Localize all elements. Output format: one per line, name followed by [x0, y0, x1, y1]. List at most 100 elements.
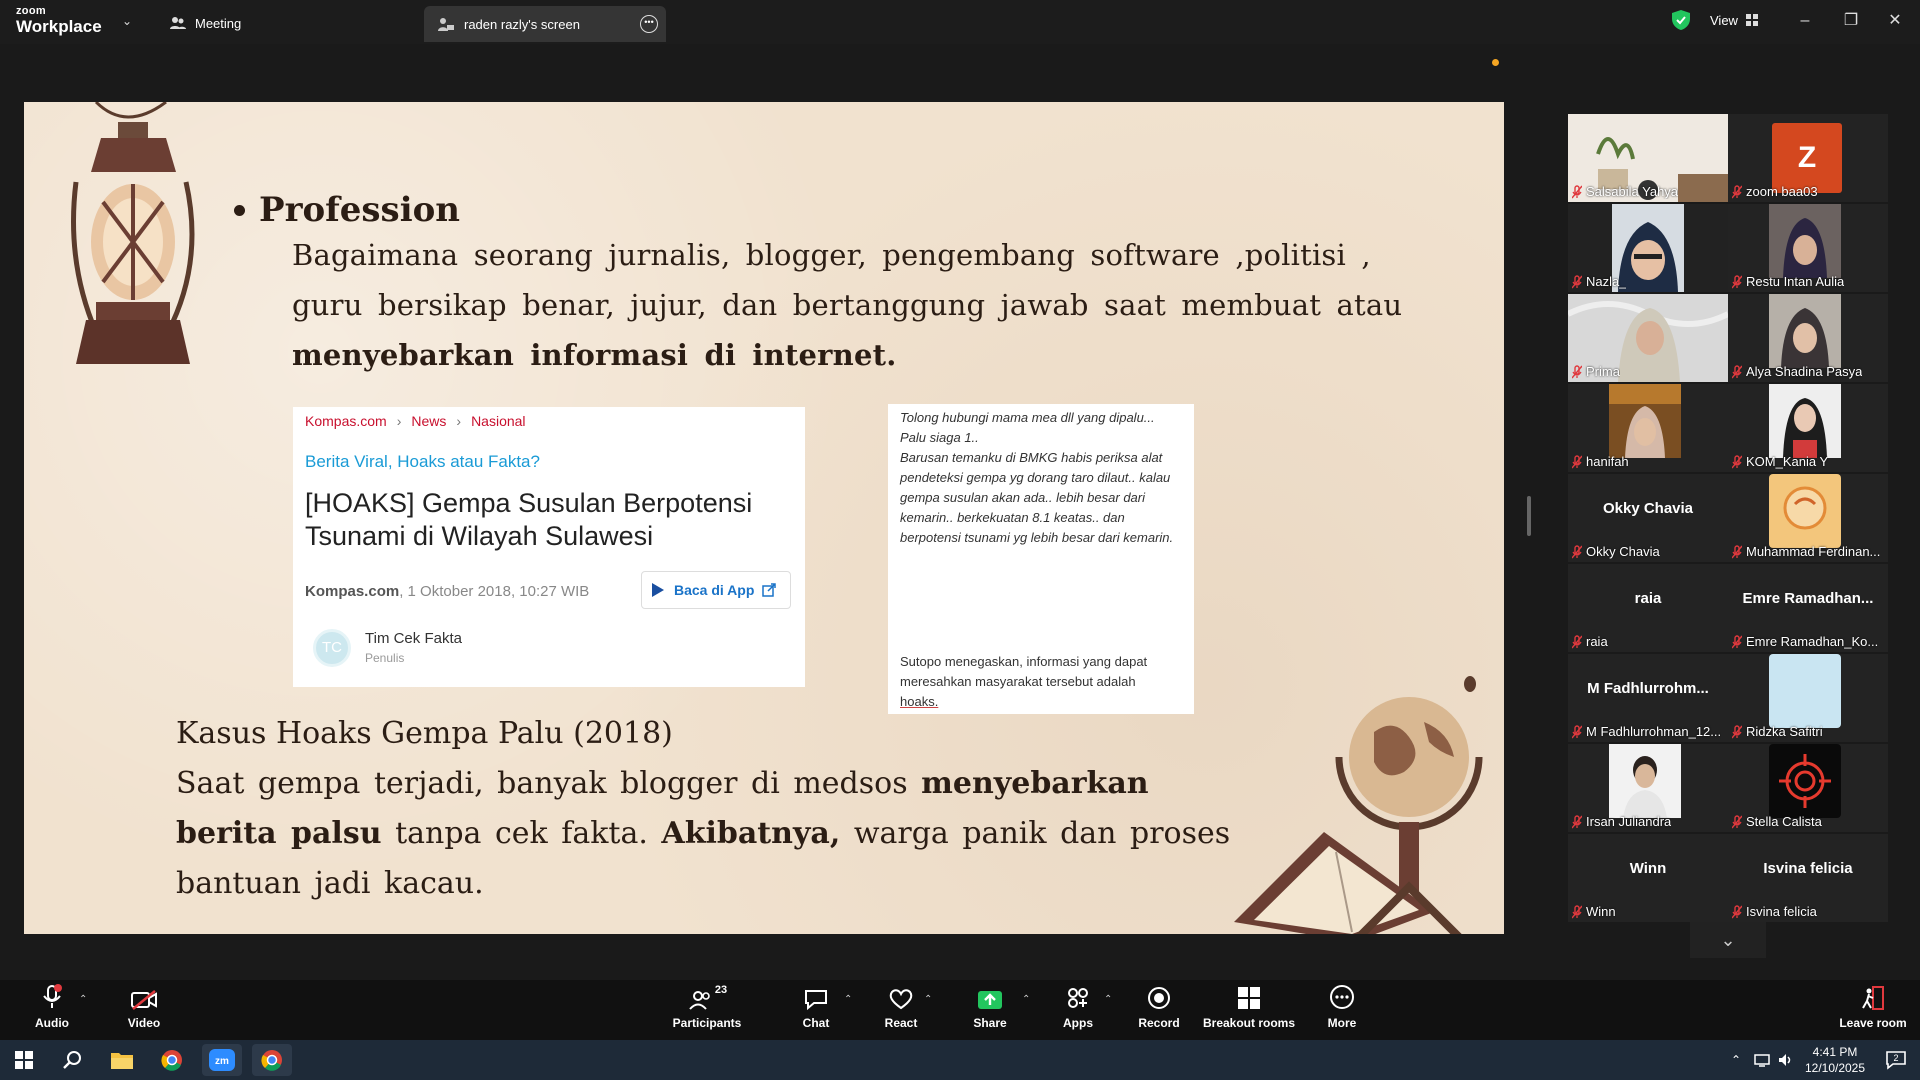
participant-tile[interactable]: raia raia	[1568, 564, 1728, 652]
participant-name-tag: Alya Shadina Pasya	[1732, 364, 1862, 379]
case-text: warga panik dan proses	[840, 816, 1231, 851]
audio-options-caret[interactable]: ⌃	[79, 994, 87, 1005]
clarification-body: Sutopo menegaskan, informasi yang dapat …	[900, 654, 1148, 689]
react-options-caret[interactable]: ⌃	[924, 994, 932, 1005]
more-options-icon[interactable]: •••	[640, 15, 658, 33]
participant-tile[interactable]: Irsan Juliandra	[1568, 744, 1728, 832]
muted-microphone-icon	[1572, 814, 1582, 828]
participant-tile[interactable]: Restu Intan Aulia	[1728, 204, 1888, 292]
body-line-2: guru bersikap benar, jujur, dan bertangg…	[292, 288, 1403, 322]
volume-icon[interactable]	[1774, 1044, 1798, 1076]
video-button[interactable]: Video	[120, 980, 168, 1040]
windows-start-icon[interactable]	[4, 1044, 44, 1076]
share-options-caret[interactable]: ⌃	[1022, 994, 1030, 1005]
security-shield-icon[interactable]	[1672, 10, 1690, 30]
participant-tile[interactable]: Alya Shadina Pasya	[1728, 294, 1888, 382]
participant-tile[interactable]: Winn Winn	[1568, 834, 1728, 922]
muted-microphone-icon	[1732, 904, 1742, 918]
participant-tile[interactable]: Muhammad Ferdinan...	[1728, 474, 1888, 562]
read-in-app-label: Baca di App	[674, 582, 755, 598]
restore-icon[interactable]: ❐	[1840, 10, 1862, 32]
video-feed-person	[1609, 384, 1681, 458]
share-button[interactable]: Share	[968, 980, 1012, 1040]
participant-tile[interactable]: Stella Calista	[1728, 744, 1888, 832]
muted-microphone-icon	[1572, 634, 1582, 648]
more-button[interactable]: More	[1322, 980, 1362, 1040]
participant-name: Okky Chavia	[1586, 544, 1660, 559]
zoom-app-icon[interactable]: zm	[202, 1044, 242, 1076]
breadcrumb: Kompas.com › News › Nasional	[305, 413, 526, 429]
case-line-1: Saat gempa terjadi, banyak blogger di me…	[176, 766, 1149, 801]
minimize-icon[interactable]: –	[1794, 10, 1816, 32]
windows-taskbar: zm ⌃ 4:41 PM 12/10/2025 2	[0, 1040, 1920, 1080]
participant-tile[interactable]: hanifah	[1568, 384, 1728, 472]
view-button[interactable]: View	[1700, 8, 1768, 32]
participant-tile[interactable]: Ridzka Safitri	[1728, 654, 1888, 742]
chat-options-caret[interactable]: ⌃	[844, 994, 852, 1005]
zoom-workplace-logo[interactable]: zoom Workplace	[16, 6, 102, 36]
participant-tile[interactable]: Prima	[1568, 294, 1728, 382]
participant-name-tag: Okky Chavia	[1572, 544, 1660, 559]
chrome-icon[interactable]	[152, 1044, 192, 1076]
screen-share-icon	[438, 18, 454, 31]
tab-meeting[interactable]: Meeting	[170, 12, 241, 34]
participant-name-tag: Salsabila Yahya	[1572, 184, 1678, 199]
participant-tile[interactable]: Emre Ramadhan... Emre Ramadhan_Ko...	[1728, 564, 1888, 652]
chat-button[interactable]: Chat	[796, 980, 836, 1040]
participant-name: Nazla_	[1586, 274, 1627, 289]
participant-name-tag: Isvina felicia	[1732, 904, 1817, 919]
tab-screen-share[interactable]: raden razly's screen •••	[424, 6, 666, 42]
react-button[interactable]: React	[880, 980, 922, 1040]
audio-button[interactable]: Audio	[30, 980, 74, 1040]
participant-tile[interactable]: Okky Chavia Okky Chavia	[1568, 474, 1728, 562]
participants-button[interactable]: 23 Participants	[670, 980, 744, 1040]
profile-picture	[1609, 744, 1681, 818]
participant-display-name: Emre Ramadhan...	[1742, 590, 1874, 607]
participant-tile[interactable]: Zzoom baa03	[1728, 114, 1888, 202]
more-label: More	[1327, 1016, 1357, 1030]
close-icon[interactable]: ✕	[1884, 10, 1906, 32]
chrome-profile-icon[interactable]	[252, 1044, 292, 1076]
breakout-rooms-button[interactable]: Breakout rooms	[1202, 980, 1296, 1040]
participant-tile[interactable]: Nazla_	[1568, 204, 1728, 292]
author-avatar: TC	[313, 629, 351, 667]
apps-button[interactable]: Apps	[1058, 980, 1098, 1040]
case-text: Saat gempa terjadi, banyak blogger di me…	[176, 766, 922, 801]
leave-room-label: Leave room	[1839, 1016, 1907, 1030]
read-in-app-button: Baca di App	[641, 571, 791, 609]
participant-tile[interactable]: Isvina felicia Isvina felicia	[1728, 834, 1888, 922]
participant-name-tag: Stella Calista	[1732, 814, 1822, 829]
muted-microphone-icon	[1572, 364, 1582, 378]
participant-name: Stella Calista	[1746, 814, 1822, 829]
system-clock[interactable]: 4:41 PM 12/10/2025	[1800, 1044, 1870, 1076]
avatar-initial: Z	[1772, 123, 1842, 193]
participant-name: Ridzka Safitri	[1746, 724, 1823, 739]
case-line-2: berita palsu tanpa cek fakta. Akibatnya,…	[176, 816, 1230, 851]
participant-display-name: Winn	[1629, 860, 1667, 877]
participant-tile[interactable]: KOM_Kania Y	[1728, 384, 1888, 472]
record-button[interactable]: Record	[1134, 980, 1184, 1040]
case-bold: menyebarkan	[921, 766, 1149, 801]
participant-tile[interactable]: M Fadhlurrohm... M Fadhlurrohman_12...	[1568, 654, 1728, 742]
tray-chevron-icon[interactable]: ⌃	[1724, 1044, 1748, 1076]
muted-microphone-icon	[1732, 454, 1742, 468]
resize-handle[interactable]	[1527, 496, 1531, 536]
muted-microphone-icon	[1572, 274, 1582, 288]
network-icon[interactable]	[1750, 1044, 1774, 1076]
participant-name: Prima	[1586, 364, 1620, 379]
search-icon[interactable]	[52, 1044, 92, 1076]
file-explorer-icon[interactable]	[102, 1044, 142, 1076]
leave-room-button[interactable]: Leave room	[1836, 980, 1910, 1040]
notifications-icon[interactable]: 2	[1876, 1044, 1916, 1076]
video-off-icon	[131, 990, 157, 1010]
heart-icon	[889, 989, 913, 1010]
participant-tile[interactable]: Salsabila Yahya	[1568, 114, 1728, 202]
participant-name: KOM_Kania Y	[1746, 454, 1829, 469]
scroll-down-button[interactable]: ⌄	[1690, 922, 1766, 958]
news-source: Kompas.com	[305, 583, 400, 600]
muted-microphone-icon	[1572, 904, 1582, 918]
lantern-illustration	[71, 102, 195, 364]
apps-options-caret[interactable]: ⌃	[1104, 994, 1112, 1005]
clarification-end: hoaks.	[900, 694, 939, 709]
chevron-down-icon[interactable]: ⌄	[122, 14, 132, 28]
